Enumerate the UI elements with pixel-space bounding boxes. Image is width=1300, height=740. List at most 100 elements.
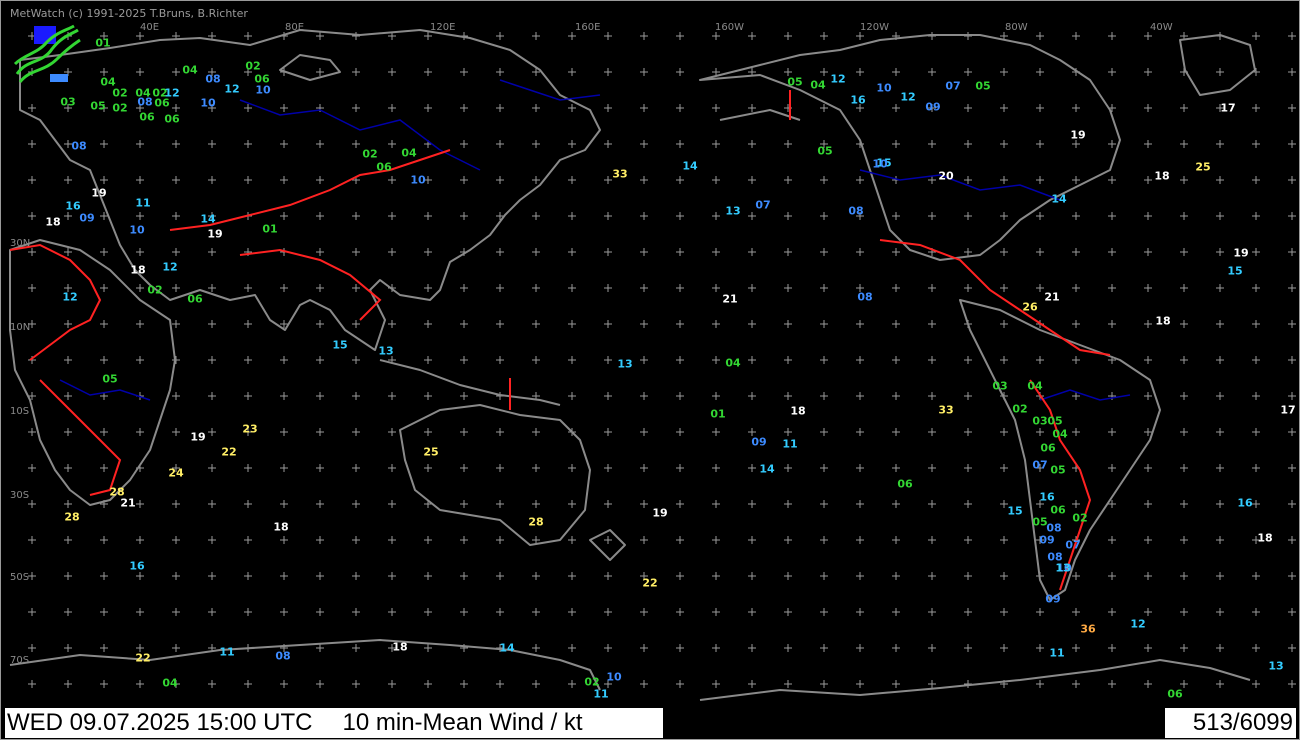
wind-observation: 28 — [528, 515, 544, 529]
wind-observation: 18 — [1154, 169, 1170, 183]
wind-observation: 17 — [1280, 403, 1296, 417]
wind-observation: 20 — [938, 169, 954, 183]
wind-observation: 05 — [1032, 515, 1048, 529]
wind-observation: 08 — [1046, 521, 1062, 535]
wind-observation: 16 — [1237, 496, 1253, 510]
wind-observation: 08 — [71, 139, 87, 153]
lon-label: 40E — [140, 22, 160, 33]
wind-observation: 08 — [275, 649, 291, 663]
lat-label: 10S — [10, 406, 30, 417]
wind-observation: 02 — [584, 675, 600, 689]
wind-observation: 15 — [1007, 504, 1023, 518]
wind-observation: 14 — [759, 462, 775, 476]
wind-observation: 05 — [1050, 463, 1066, 477]
wind-observation: 03 — [60, 95, 76, 109]
wind-observation: 16 — [1039, 490, 1055, 504]
wind-observation: 10 — [606, 670, 622, 684]
wind-observation: 10 — [872, 157, 888, 171]
wind-observation: 10 — [410, 173, 426, 187]
wind-observation: 08 — [205, 72, 221, 86]
wind-observation: 19 — [1233, 246, 1249, 260]
wind-observation: 01 — [95, 36, 111, 50]
wind-observation: 10 — [200, 96, 216, 110]
lon-label: 80E — [285, 22, 305, 33]
lat-label: 10N — [10, 322, 31, 333]
lon-label: 160W — [715, 22, 744, 33]
lon-label: 160E — [575, 22, 601, 33]
wind-observation: 12 — [224, 82, 240, 96]
wind-observation: 12 — [830, 72, 846, 86]
wind-observation: 09 — [79, 211, 95, 225]
wind-observation: 12 — [900, 90, 916, 104]
wind-observation: 09 — [1039, 533, 1055, 547]
wind-observation: 21 — [120, 496, 136, 510]
wind-observation: 07 — [945, 79, 961, 93]
wind-observation: 06 — [187, 292, 203, 306]
wind-observation: 05 — [90, 99, 106, 113]
wind-observation: 02 — [362, 147, 378, 161]
wind-observation: 08 — [848, 204, 864, 218]
wind-observation: 33 — [938, 403, 954, 417]
wind-observation: 19 — [207, 227, 223, 241]
wind-observation: 06 — [139, 110, 155, 124]
wind-observation: 04 — [810, 78, 826, 92]
wind-observation: 07 — [755, 198, 771, 212]
wind-observation: 13 — [1268, 659, 1284, 673]
wind-observation: 04 — [162, 676, 178, 690]
wind-observation: 14 — [682, 159, 698, 173]
metwatch-logo-icon — [13, 24, 81, 83]
wind-observation: 23 — [242, 422, 258, 436]
wind-observation: 06 — [1167, 687, 1183, 701]
wind-observation: 02 — [147, 283, 163, 297]
wind-observation: 04 — [182, 63, 198, 77]
station-count: 513/6099 — [1165, 708, 1296, 738]
lon-label: 120E — [430, 22, 456, 33]
footer-info-bar: WED 09.07.2025 15:00 UTC 10 min-Mean Wind… — [5, 708, 663, 738]
wind-observation: 19 — [652, 506, 668, 520]
wind-observation: 02 — [245, 59, 261, 73]
credit-text: MetWatch (c) 1991-2025 T.Bruns, B.Richte… — [10, 7, 248, 20]
wind-observation: 08 — [137, 95, 153, 109]
wind-observation: 05 — [1047, 414, 1063, 428]
wind-observation: 22 — [135, 651, 151, 665]
wind-observation: 06 — [376, 160, 392, 174]
wind-observation: 12 — [1130, 617, 1146, 631]
lon-label: 80W — [1005, 22, 1028, 33]
wind-observation: 18 — [1155, 314, 1171, 328]
wind-observation: 36 — [1080, 622, 1096, 636]
wind-observation: 19 — [91, 186, 107, 200]
wind-observation: 08 — [857, 290, 873, 304]
wind-observation: 26 — [1022, 300, 1038, 314]
wind-observation: 05 — [102, 372, 118, 386]
wind-observation: 11 — [1049, 646, 1065, 660]
wind-observation: 03 — [992, 379, 1008, 393]
timestamp-label: WED 09.07.2025 15:00 UTC — [7, 709, 313, 736]
wind-observation: 22 — [642, 576, 658, 590]
wind-observation: 02 — [112, 86, 128, 100]
wind-observation: 15 — [332, 338, 348, 352]
world-map — [9, 29, 1296, 701]
wind-observation: 12 — [62, 290, 78, 304]
wind-observation: 13 — [617, 357, 633, 371]
wind-observation: 15 — [1227, 264, 1243, 278]
wind-observation: 04 — [1052, 427, 1068, 441]
wind-observation: 11 — [593, 687, 609, 701]
wind-observation: 17 — [1220, 101, 1236, 115]
wind-observation: 25 — [423, 445, 439, 459]
wind-observation: 25 — [1195, 160, 1211, 174]
wind-observation: 10 — [876, 81, 892, 95]
wind-observation: 01 — [262, 222, 278, 236]
wind-observation: 04 — [1027, 379, 1043, 393]
wind-observation: 09 — [925, 100, 941, 114]
wind-observation: 13 — [1055, 561, 1071, 575]
wind-observation: 11 — [782, 437, 798, 451]
wind-observation: 02 — [1012, 402, 1028, 416]
wind-observation: 06 — [1050, 503, 1066, 517]
wind-observation: 06 — [164, 112, 180, 126]
wind-observation: 13 — [725, 204, 741, 218]
wind-observation: 13 — [378, 344, 394, 358]
wind-observation: 19 — [1070, 128, 1086, 142]
wind-observation: 04 — [401, 146, 417, 160]
wind-observation: 03 — [1032, 414, 1048, 428]
wind-observation: 06 — [897, 477, 913, 491]
